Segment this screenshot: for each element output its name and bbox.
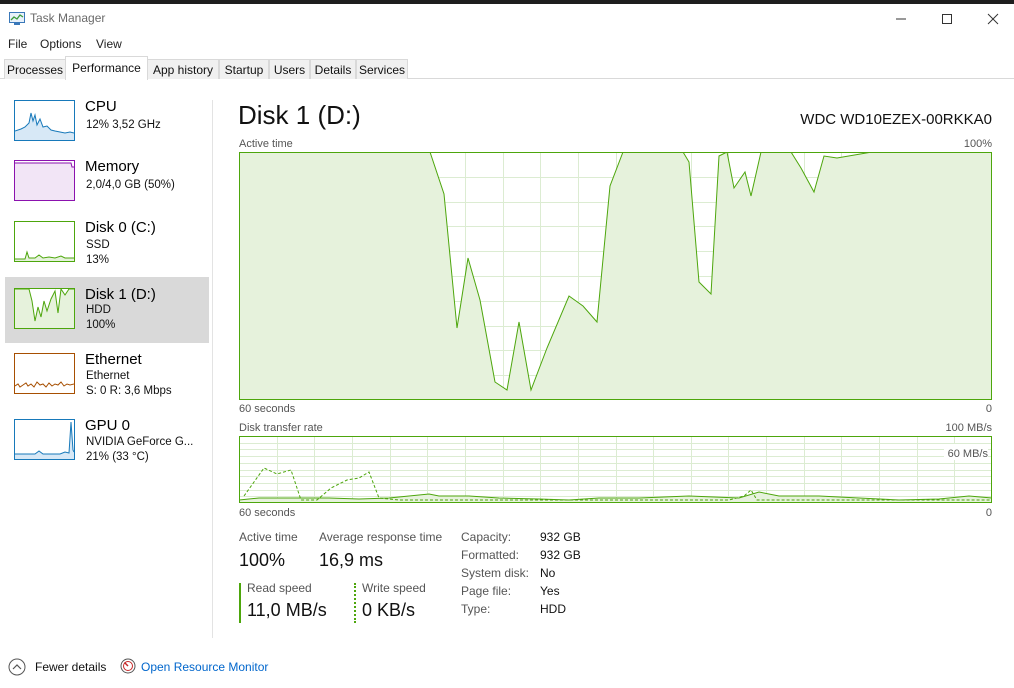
write-speed-legend-bar bbox=[354, 583, 356, 623]
transfer-rate-min-label: 0 bbox=[985, 507, 992, 519]
transfer-rate-graph bbox=[239, 436, 992, 503]
open-resource-monitor-label: Open Resource Monitor bbox=[141, 660, 269, 674]
fewer-details-label: Fewer details bbox=[35, 660, 107, 674]
resource-sidebar: CPU 12% 3,52 GHz Memory 2,0/4,0 GB (50%)… bbox=[0, 88, 213, 640]
tab-services[interactable]: Services bbox=[356, 59, 408, 79]
write-speed-stat-value: 0 KB/s bbox=[362, 600, 416, 620]
sidebar-item-title: Memory bbox=[85, 158, 140, 175]
sidebar-item-title: GPU 0 bbox=[85, 417, 131, 434]
gpu-thumbnail-graph bbox=[14, 419, 75, 460]
type-label: Type: bbox=[461, 602, 491, 616]
close-button[interactable] bbox=[970, 8, 1014, 30]
active-time-stat-label: Active time bbox=[239, 530, 298, 544]
minimize-button[interactable] bbox=[878, 8, 924, 30]
active-time-graph-label: Active time bbox=[239, 138, 293, 150]
disk-1-thumbnail-graph bbox=[14, 288, 75, 329]
title-bar[interactable]: Task Manager bbox=[0, 4, 1014, 32]
active-time-min-label: 0 bbox=[985, 403, 992, 415]
task-manager-icon bbox=[9, 12, 25, 25]
sidebar-item-detail: HDD bbox=[86, 304, 111, 316]
sidebar-item-detail: Ethernet bbox=[86, 370, 130, 382]
maximize-button[interactable] bbox=[924, 8, 970, 30]
sidebar-item-detail: 21% (33 °C) bbox=[86, 451, 149, 463]
system-disk-label: System disk: bbox=[461, 566, 530, 580]
tab-details[interactable]: Details bbox=[310, 59, 356, 79]
tab-app-history[interactable]: App history bbox=[147, 59, 219, 79]
tab-bar: Processes Performance App history Startu… bbox=[0, 56, 1014, 80]
transfer-rate-graph-label: Disk transfer rate bbox=[239, 422, 323, 434]
read-speed-stat-label: Read speed bbox=[247, 581, 312, 595]
sidebar-item-ethernet[interactable]: Ethernet Ethernet S: 0 R: 3,6 Mbps bbox=[5, 342, 209, 408]
menu-options[interactable]: Options bbox=[40, 37, 81, 51]
active-time-stat-value: 100% bbox=[239, 550, 286, 570]
transfer-rate-max-label: 100 MB/s bbox=[945, 422, 992, 434]
active-time-graph bbox=[239, 152, 992, 400]
capacity-value: 932 GB bbox=[540, 530, 581, 544]
sidebar-item-detail: 2,0/4,0 GB (50%) bbox=[86, 179, 175, 191]
sidebar-item-cpu[interactable]: CPU 12% 3,52 GHz bbox=[5, 89, 209, 155]
tab-startup[interactable]: Startup bbox=[219, 59, 269, 79]
sidebar-item-detail: 12% 3,52 GHz bbox=[86, 119, 161, 131]
open-resource-monitor-link[interactable]: Open Resource Monitor bbox=[120, 657, 280, 677]
page-file-value: Yes bbox=[540, 584, 560, 598]
sidebar-item-disk-0[interactable]: Disk 0 (C:) SSD 13% bbox=[5, 210, 209, 276]
sidebar-item-title: Disk 1 (D:) bbox=[85, 286, 156, 303]
resource-monitor-icon bbox=[120, 658, 136, 674]
sidebar-item-title: Disk 0 (C:) bbox=[85, 219, 156, 236]
write-speed-stat-label: Write speed bbox=[362, 581, 426, 595]
sidebar-item-detail: NVIDIA GeForce G... bbox=[86, 436, 194, 448]
sidebar-item-title: CPU bbox=[85, 98, 117, 115]
menu-bar: File Options View bbox=[0, 34, 1014, 54]
sidebar-item-memory[interactable]: Memory 2,0/4,0 GB (50%) bbox=[5, 149, 209, 215]
sidebar-item-disk-1[interactable]: Disk 1 (D:) HDD 100% bbox=[5, 277, 209, 343]
capacity-label: Capacity: bbox=[461, 530, 512, 544]
menu-view[interactable]: View bbox=[96, 37, 122, 51]
response-time-stat-label: Average response time bbox=[319, 530, 443, 544]
maximize-icon bbox=[942, 14, 952, 24]
sidebar-item-title: Ethernet bbox=[85, 351, 142, 368]
page-title: Disk 1 (D:) bbox=[238, 100, 361, 130]
sidebar-item-detail: SSD bbox=[86, 239, 110, 251]
chevron-up-icon bbox=[8, 658, 26, 676]
footer-bar: Fewer details Open Resource Monitor bbox=[0, 652, 1014, 682]
transfer-rate-duration-label: 60 seconds bbox=[239, 507, 296, 519]
ethernet-thumbnail-graph bbox=[14, 353, 75, 394]
read-speed-stat-value: 11,0 MB/s bbox=[247, 600, 327, 620]
response-time-stat-value: 16,9 ms bbox=[319, 550, 384, 570]
formatted-label: Formatted: bbox=[461, 548, 520, 562]
system-disk-value: No bbox=[540, 566, 556, 580]
transfer-rate-mid-label: 60 MB/s bbox=[947, 448, 988, 460]
minimize-icon bbox=[896, 18, 906, 20]
page-file-label: Page file: bbox=[461, 584, 512, 598]
sidebar-item-detail: 13% bbox=[86, 254, 110, 266]
active-time-max-label: 100% bbox=[963, 138, 992, 150]
active-time-duration-label: 60 seconds bbox=[239, 403, 296, 415]
sidebar-item-gpu-0[interactable]: GPU 0 NVIDIA GeForce G... 21% (33 °C) bbox=[5, 408, 209, 474]
tab-users[interactable]: Users bbox=[269, 59, 310, 79]
formatted-value: 932 GB bbox=[540, 548, 581, 562]
memory-thumbnail-graph bbox=[14, 160, 75, 201]
disk-0-thumbnail-graph bbox=[14, 221, 75, 262]
type-value: HDD bbox=[540, 602, 566, 616]
tab-performance[interactable]: Performance bbox=[65, 56, 148, 80]
menu-file[interactable]: File bbox=[8, 37, 27, 51]
sidebar-item-detail: S: 0 R: 3,6 Mbps bbox=[86, 385, 172, 397]
tab-processes[interactable]: Processes bbox=[4, 59, 66, 79]
read-speed-legend-bar bbox=[239, 583, 241, 623]
window-title: Task Manager bbox=[30, 11, 106, 25]
cpu-thumbnail-graph bbox=[14, 100, 75, 141]
device-model: WDC WD10EZEX-00RKKA0 bbox=[800, 111, 992, 128]
sidebar-divider bbox=[212, 100, 213, 638]
close-icon bbox=[987, 13, 999, 25]
sidebar-item-detail: 100% bbox=[86, 319, 116, 331]
